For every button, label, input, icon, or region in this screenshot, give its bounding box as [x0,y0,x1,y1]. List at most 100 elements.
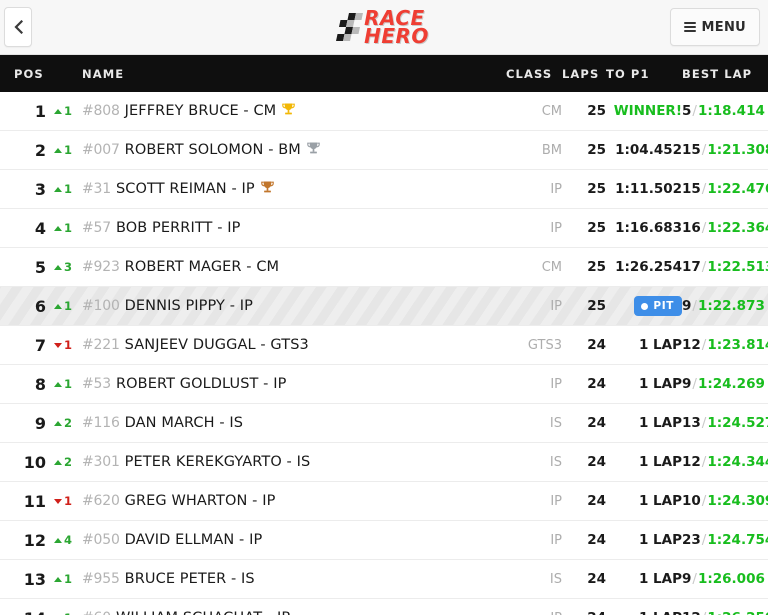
table-row[interactable]: 4 1 #57 BOB PERRITT - IP IP 25 1:16.683 16/1:22… [0,209,768,248]
row-position: 5 [34,257,46,277]
driver-cell: #116 DAN MARCH - IS [82,415,500,431]
position-gain-indicator: 4 [46,533,82,547]
class-value: IP [500,611,562,615]
top-bar: RACE HERO MENU [0,0,768,55]
column-header-pos: POS [14,66,44,81]
column-header-to-p1: TO P1 [606,66,650,81]
class-value: IP [550,220,562,236]
driver-name: GREG WHARTON - IP [124,493,276,509]
position-gain-indicator: 1 [46,299,82,313]
car-number: #007 [82,142,120,158]
best-lap-cell: 10/1:24.309 [682,493,768,509]
best-lap-separator: / [692,298,697,314]
arrow-up-icon [54,381,62,387]
best-lap-number: 23 [682,532,701,548]
best-lap-cell: 15/1:22.476 [682,181,768,197]
pit-dot-icon [641,302,649,310]
best-lap-cell: 5/1:18.414 [682,103,768,119]
car-number: #620 [82,493,120,509]
table-row[interactable]: 6 1 #100 DENNIS PIPPY - IP IP 25 PIT 9/1:22.873 [0,287,768,326]
position-gain-indicator: 1 [46,182,82,196]
back-button[interactable] [4,7,32,47]
best-lap-number: 10 [682,493,701,509]
class-value: BM [541,142,562,158]
table-row[interactable]: 10 2 #301 PETER KEREKGYARTO - IS IS 24 1 LAP 12… [0,443,768,482]
row-position: 9 [34,413,46,433]
arrow-up-icon [54,225,62,231]
best-lap-number: 15 [682,181,701,197]
to-p1-value: 1:11.502 [615,181,682,197]
laps-value: 25 [587,298,606,314]
arrow-up-icon [54,108,62,114]
best-lap-number: 13 [682,415,701,431]
position-delta-value: 1 [64,377,73,391]
table-row[interactable]: 9 2 #116 DAN MARCH - IS IS 24 1 LAP 13/1:24.527 [0,404,768,443]
car-number: #100 [82,298,120,314]
class-value: CM [541,259,562,275]
row-position: 10 [23,452,46,472]
position-delta-value: 1 [64,104,73,118]
row-position: 8 [34,374,46,394]
table-row[interactable]: 11 1 #620 GREG WHARTON - IP IP 24 1 LAP 10/1:24… [0,482,768,521]
arrow-up-icon [54,420,62,426]
class-value: IP [550,181,562,197]
best-lap-time: 1:24.309 [707,493,768,509]
arrow-down-icon [54,498,62,504]
table-row[interactable]: 7 1 #221 SANJEEV DUGGAL - GTS3 GTS3 24 1 LAP 12… [0,326,768,365]
arrow-up-icon [54,303,62,309]
best-lap-number: 15 [682,142,701,158]
best-lap-separator: / [701,181,707,197]
table-row[interactable]: 14 1 #60 WILLIAM SCHACHAT - IP IP241 LAP12/1… [0,599,768,615]
driver-name: JEFFREY BRUCE - CM [124,103,277,119]
arrow-down-icon [54,342,62,348]
driver-cell: #100 DENNIS PIPPY - IP [82,298,500,314]
best-lap-number: 16 [682,220,701,236]
row-position: 11 [23,491,46,511]
row-position: 12 [23,530,46,550]
laps-value: 24 [587,415,606,431]
laps-value: 25 [587,259,606,275]
laps-value: 24 [587,493,606,509]
best-lap-number: 17 [682,259,701,275]
car-number: #221 [82,337,120,353]
best-lap-separator: / [701,337,707,353]
status-badge: PIT [606,296,682,316]
best-lap-number: 12 [682,610,701,615]
driver-cell: #60 WILLIAM SCHACHAT - IP [82,610,500,615]
winner-label: WINNER! [613,103,682,119]
best-lap-cell: 9/1:24.269 [682,376,768,392]
car-number: #955 [82,571,120,587]
best-lap-time: 1:24.344 [707,454,768,470]
class-value: IP [550,298,562,314]
best-lap-cell: 9/1:26.006 [682,571,768,587]
best-lap-separator: / [701,220,707,236]
results-table-header: POS NAME CLASS LAPS TO P1 BEST LAP [0,55,768,92]
menu-button[interactable]: MENU [669,8,760,46]
row-position: 14 [0,609,46,615]
to-p1-value: 1:04.452 [615,142,682,158]
car-number: #116 [82,415,120,431]
class-value: IP [550,493,562,509]
car-number: #57 [82,220,111,236]
position-delta-value: 1 [64,299,73,313]
table-row[interactable]: 13 1 #955 BRUCE PETER - IS IS 24 1 LAP 9/1:26.0… [0,560,768,599]
table-row[interactable]: 2 1 #007 ROBERT SOLOMON - BM BM 25 1:04.452 15/… [0,131,768,170]
table-row[interactable]: 1 1 #808 JEFFREY BRUCE - CM CM 25 WINNER! 5/1:1… [0,92,768,131]
table-row[interactable]: 3 1 #31 SCOTT REIMAN - IP IP 25 1:11.502 15/1:2… [0,170,768,209]
best-lap-cell: 13/1:24.527 [682,415,768,431]
table-row[interactable]: 8 1 #53 ROBERT GOLDLUST - IP IP 24 1 LAP 9/1:24… [0,365,768,404]
column-header-best-lap: BEST LAP [682,66,753,81]
position-loss-indicator: 1 [46,338,82,352]
checkered-flag-icon [336,13,364,41]
race-hero-logo[interactable]: RACE HERO [336,7,429,46]
arrow-up-icon [54,537,62,543]
best-lap-cell: 23/1:24.754 [682,532,768,548]
class-value: CM [541,103,562,119]
position-delta-value: 1 [64,182,73,196]
position-gain-indicator: 1 [46,377,82,391]
table-row[interactable]: 12 4 #050 DAVID ELLMAN - IP IP 24 1 LAP 23/1:24… [0,521,768,560]
position-delta-value: 1 [64,221,73,235]
row-position: 13 [23,569,46,589]
class-value: IP [550,532,562,548]
table-row[interactable]: 5 3 #923 ROBERT MAGER - CM CM 25 1:26.254 17/1:… [0,248,768,287]
